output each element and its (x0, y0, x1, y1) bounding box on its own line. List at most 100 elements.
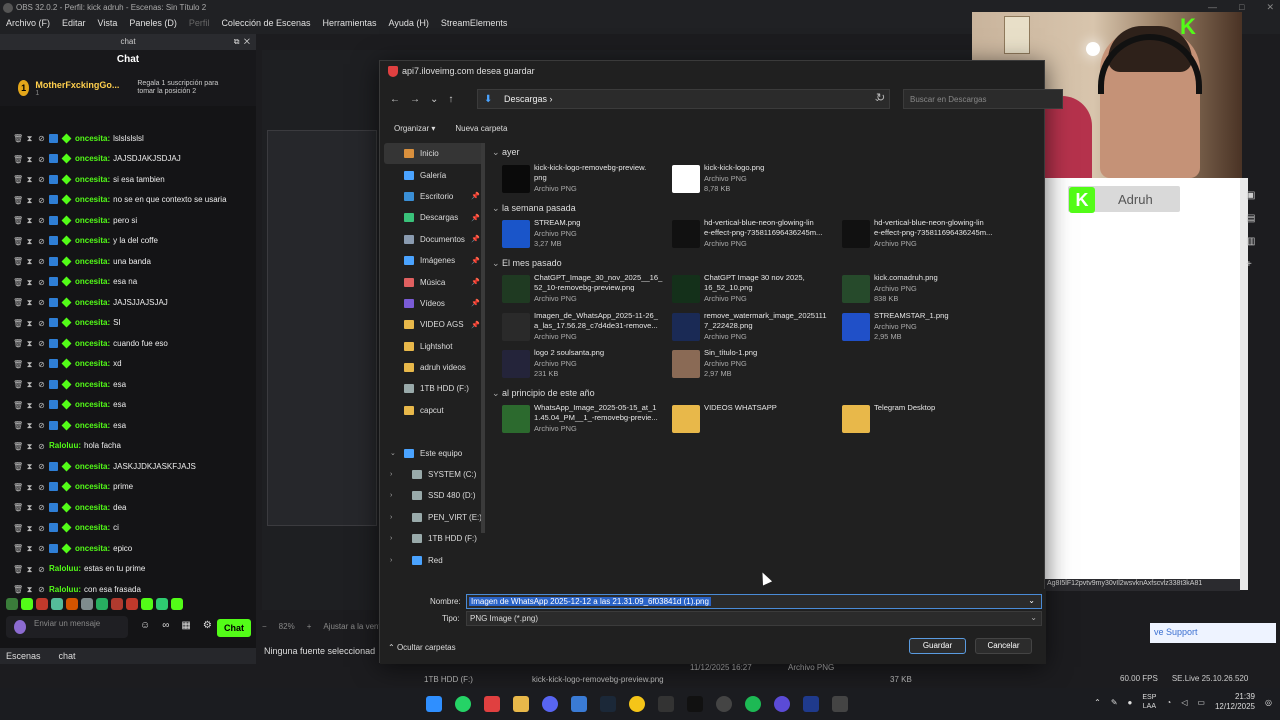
hide-folders-toggle[interactable]: ⌃ Ocultar carpetas (388, 643, 456, 652)
delete-icon[interactable]: 🗑 (13, 483, 23, 492)
emote-icon[interactable] (126, 598, 138, 610)
tab-chat[interactable]: chat (59, 648, 76, 664)
new-folder-button[interactable]: Nueva carpeta (455, 124, 507, 133)
timeout-icon[interactable]: ⧗ (25, 524, 34, 533)
speaker-icon[interactable]: ◁ (1181, 698, 1187, 707)
chat-username[interactable]: oncesita: (75, 257, 110, 266)
ban-icon[interactable]: ⊘ (37, 565, 46, 574)
file-group-header[interactable]: ayer (492, 147, 520, 158)
folder-item[interactable]: Telegram Desktop (834, 403, 994, 437)
file-group-header[interactable]: al principio de este año (492, 388, 595, 399)
chat-username[interactable]: oncesita: (75, 380, 110, 389)
chat-username[interactable]: oncesita: (75, 298, 110, 307)
nav-item[interactable]: Inicio (384, 143, 484, 165)
emote-icon[interactable] (51, 598, 63, 610)
app-icon[interactable] (832, 696, 848, 712)
battery-icon[interactable]: ▭ (1197, 698, 1205, 707)
delete-icon[interactable]: 🗑 (13, 339, 23, 348)
send-chat-button[interactable]: Chat (217, 619, 251, 637)
cancel-button[interactable]: Cancelar (975, 638, 1032, 654)
timeout-icon[interactable]: ⧗ (25, 134, 34, 143)
delete-icon[interactable]: 🗑 (13, 462, 23, 471)
nav-item[interactable]: Música 📌 (384, 271, 484, 292)
menu-item[interactable]: StreamElements (441, 18, 508, 32)
timeout-icon[interactable]: ⧗ (25, 237, 34, 246)
file-item[interactable]: kick-kick-logo.png Archivo PNG 8,78 KB (664, 163, 824, 197)
emote-icon[interactable] (96, 598, 108, 610)
whatsapp-icon[interactable] (455, 696, 471, 712)
menu-item[interactable]: Ayuda (H) (389, 18, 429, 32)
nav-item[interactable]: VIDEO AGS 📌 (384, 314, 484, 335)
nav-item[interactable]: › PEN_VIRT (E:) (384, 507, 484, 528)
file-group-header[interactable]: El mes pasado (492, 258, 562, 269)
delete-icon[interactable]: 🗑 (13, 401, 23, 410)
chat-username[interactable]: Raloluu: (49, 585, 81, 594)
delete-icon[interactable]: 🗑 (13, 134, 23, 143)
nav-item[interactable]: Vídeos 📌 (384, 293, 484, 314)
delete-icon[interactable]: 🗑 (13, 585, 23, 594)
emote-icon[interactable] (111, 598, 123, 610)
emote-icon[interactable] (6, 598, 18, 610)
file-explorer-icon[interactable] (513, 696, 529, 712)
filetype-select[interactable]: PNG Image (*.png) ⌄ (466, 611, 1042, 626)
delete-icon[interactable]: 🗑 (13, 565, 23, 574)
ban-icon[interactable]: ⊘ (37, 175, 46, 184)
ban-icon[interactable]: ⊘ (37, 237, 46, 246)
delete-icon[interactable]: 🗑 (13, 155, 23, 164)
settings-icon[interactable]: ⚙ (203, 620, 212, 631)
fit-window-button[interactable]: Ajustar a la venta (323, 622, 385, 631)
photos-icon[interactable] (571, 696, 587, 712)
language-indicator[interactable]: ESP LAA (1142, 693, 1156, 711)
wifi-icon[interactable]: ◔ (1166, 698, 1171, 707)
close-icon[interactable]: ✕ (1266, 2, 1274, 13)
chat-username[interactable]: oncesita: (75, 482, 110, 491)
timeout-icon[interactable]: ⧗ (25, 421, 34, 430)
app-icon[interactable] (774, 696, 790, 712)
chat-username[interactable]: oncesita: (75, 462, 110, 471)
expand-right-icon[interactable]: › (390, 514, 392, 521)
chevron-down-icon[interactable]: ⌄ (1030, 613, 1037, 622)
chevron-up-icon[interactable]: ⌃ (1094, 698, 1101, 707)
book-icon[interactable]: ▥ (1246, 236, 1255, 247)
nav-item[interactable]: Imágenes 📌 (384, 250, 484, 271)
forward-icon[interactable]: → (410, 94, 420, 105)
refresh-icon[interactable]: ↻ (876, 91, 885, 104)
tiktok-icon[interactable] (687, 696, 703, 712)
photoshop-icon[interactable] (803, 696, 819, 712)
emote-picker-icon[interactable]: ☺ (140, 620, 150, 631)
organize-button[interactable]: Organizar ▾ (394, 124, 435, 133)
menu-item[interactable]: Vista (98, 18, 118, 32)
emote-icon[interactable] (171, 598, 183, 610)
ban-icon[interactable]: ⊘ (37, 134, 46, 143)
zoom-plus-icon[interactable]: + (307, 622, 312, 631)
chevron-down-icon[interactable]: ⌄ (1026, 596, 1037, 605)
ban-icon[interactable]: ⊘ (37, 319, 46, 328)
chat-icon[interactable]: ▤ (1246, 213, 1255, 224)
save-icon[interactable]: ▣ (1246, 190, 1255, 201)
ban-icon[interactable]: ⊘ (37, 155, 46, 164)
file-item[interactable]: Imagen_de_WhatsApp_2025-11-26_ a_las_17.… (494, 311, 658, 345)
delete-icon[interactable]: 🗑 (13, 237, 23, 246)
zoom-minus-icon[interactable]: − (262, 622, 267, 631)
delete-icon[interactable]: 🗑 (13, 278, 23, 287)
ban-icon[interactable]: ⊘ (37, 421, 46, 430)
ban-icon[interactable]: ⊘ (37, 524, 46, 533)
nav-item[interactable]: › Red (384, 549, 484, 570)
ban-icon[interactable]: ⊘ (37, 360, 46, 369)
chat-username[interactable]: oncesita: (75, 134, 110, 143)
nav-item[interactable]: capcut (384, 400, 484, 421)
menu-item[interactable]: Editar (62, 18, 86, 32)
discord-icon[interactable] (542, 696, 558, 712)
nav-item[interactable]: ⌄ Este equipo (384, 442, 484, 463)
emote-icon[interactable] (21, 598, 33, 610)
delete-icon[interactable]: 🗑 (13, 544, 23, 553)
up-icon[interactable]: ↑ (448, 94, 453, 105)
delete-icon[interactable]: 🗑 (13, 524, 23, 533)
menu-item[interactable]: Paneles (D) (129, 18, 177, 32)
chat-username[interactable]: oncesita: (75, 195, 110, 204)
folder-item[interactable]: VIDEOS WHATSAPP (664, 403, 824, 437)
nav-item[interactable]: Galería (384, 164, 484, 185)
expand-right-icon[interactable]: › (390, 535, 392, 542)
nav-item[interactable]: Descargas 📌 (384, 207, 484, 228)
timeout-icon[interactable]: ⧗ (25, 483, 34, 492)
